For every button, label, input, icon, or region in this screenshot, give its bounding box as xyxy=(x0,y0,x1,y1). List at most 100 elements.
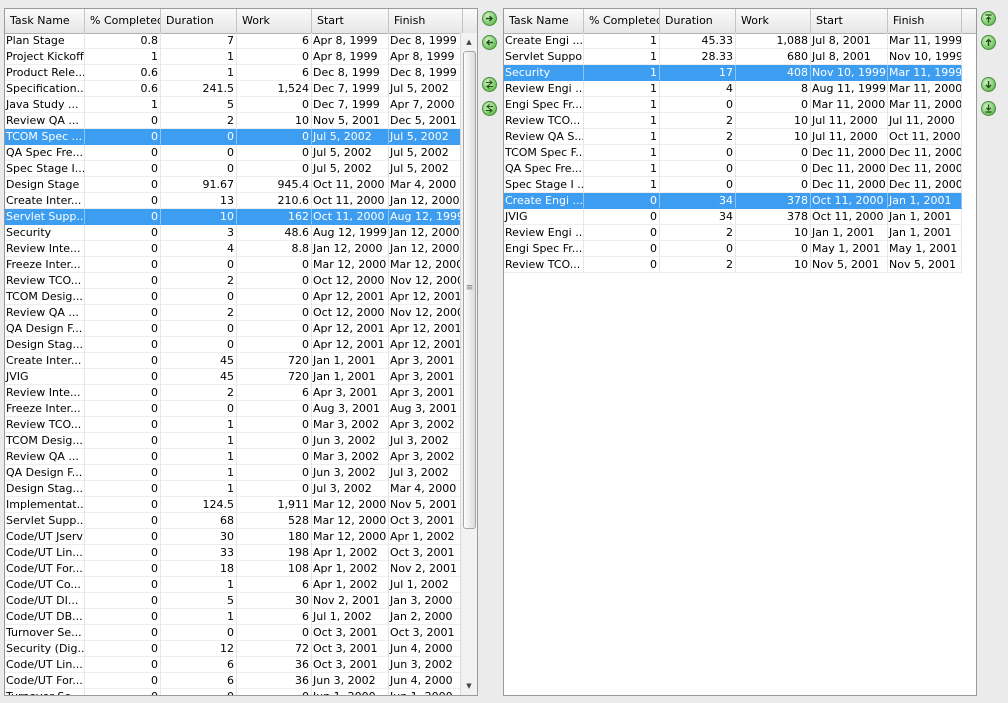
move-all-right-button[interactable] xyxy=(482,77,497,92)
cell-start[interactable]: Aug 3, 2001 xyxy=(312,401,389,417)
cell-work[interactable]: 6 xyxy=(237,577,312,593)
cell-task-name[interactable]: TCOM Desig... xyxy=(5,289,85,305)
cell-start[interactable]: Mar 11, 2000 xyxy=(811,97,888,113)
cell-percent-completed[interactable]: 0 xyxy=(85,641,161,657)
table-row[interactable]: Code/UT Lin... 0 6 36 Oct 3, 2001 Jun 3, 2002 xyxy=(5,657,463,673)
cell-finish[interactable]: Jan 12, 2000 xyxy=(389,193,463,209)
cell-start[interactable]: Dec 7, 1999 xyxy=(312,81,389,97)
cell-work[interactable]: 36 xyxy=(237,657,312,673)
cell-duration[interactable]: 34 xyxy=(660,193,736,209)
cell-finish[interactable]: Jun 3, 2002 xyxy=(389,657,463,673)
cell-start[interactable]: Nov 2, 2001 xyxy=(312,593,389,609)
cell-duration[interactable]: 6 xyxy=(161,673,237,689)
cell-work[interactable]: 36 xyxy=(237,673,312,689)
cell-task-name[interactable]: Implementat... xyxy=(5,497,85,513)
cell-start[interactable]: Mar 12, 2000 xyxy=(312,513,389,529)
cell-duration[interactable]: 18 xyxy=(161,561,237,577)
cell-percent-completed[interactable]: 1 xyxy=(584,33,660,49)
cell-finish[interactable]: Mar 4, 2000 xyxy=(389,481,463,497)
cell-work[interactable]: 0 xyxy=(237,401,312,417)
cell-duration[interactable]: 2 xyxy=(161,273,237,289)
scroll-down-arrow-icon[interactable]: ▼ xyxy=(461,679,477,693)
cell-duration[interactable]: 4 xyxy=(660,81,736,97)
table-row[interactable]: Product Rele... 0.6 1 6 Dec 8, 1999 Dec 8, 19… xyxy=(5,65,463,81)
cell-work[interactable]: 0 xyxy=(736,161,811,177)
table-row[interactable]: Implementat... 0 124.5 1,911 Mar 12, 2000 Nov… xyxy=(5,497,463,513)
cell-work[interactable]: 0 xyxy=(237,433,312,449)
cell-percent-completed[interactable]: 1 xyxy=(584,81,660,97)
cell-finish[interactable]: Aug 12, 1999 xyxy=(389,209,463,225)
cell-work[interactable]: 680 xyxy=(736,49,811,65)
cell-percent-completed[interactable]: 1 xyxy=(584,161,660,177)
cell-percent-completed[interactable]: 0 xyxy=(85,593,161,609)
cell-start[interactable]: Jun 3, 2002 xyxy=(312,465,389,481)
cell-finish[interactable]: Jun 1, 2000 xyxy=(389,689,463,695)
cell-task-name[interactable]: Freeze Inter... xyxy=(5,401,85,417)
table-row[interactable]: Create Inter... 0 13 210.6 Oct 11, 2000 Jan 1… xyxy=(5,193,463,209)
cell-duration[interactable]: 124.5 xyxy=(161,497,237,513)
cell-start[interactable]: Oct 3, 2001 xyxy=(312,625,389,641)
cell-start[interactable]: Oct 11, 2000 xyxy=(312,193,389,209)
cell-start[interactable]: Apr 8, 1999 xyxy=(312,33,389,49)
cell-finish[interactable]: Oct 3, 2001 xyxy=(389,625,463,641)
column-header-duration[interactable]: Duration xyxy=(660,9,736,33)
move-to-top-button[interactable] xyxy=(981,11,996,26)
cell-duration[interactable]: 0 xyxy=(660,97,736,113)
cell-start[interactable]: Aug 12, 1999 xyxy=(312,225,389,241)
cell-task-name[interactable]: Code/UT Lin... xyxy=(5,657,85,673)
cell-finish[interactable]: Jul 1, 2002 xyxy=(389,577,463,593)
cell-percent-completed[interactable]: 0 xyxy=(584,209,660,225)
cell-work[interactable]: 1,088 xyxy=(736,33,811,49)
cell-work[interactable]: 0 xyxy=(237,465,312,481)
column-header-duration[interactable]: Duration xyxy=(161,9,237,33)
table-row[interactable]: Code/UT Co... 0 1 6 Apr 1, 2002 Jul 1, 2002 xyxy=(5,577,463,593)
cell-percent-completed[interactable]: 1 xyxy=(584,145,660,161)
cell-duration[interactable]: 2 xyxy=(660,257,736,273)
cell-task-name[interactable]: TCOM Desig... xyxy=(5,433,85,449)
cell-start[interactable]: Mar 12, 2000 xyxy=(312,529,389,545)
cell-finish[interactable]: Jan 1, 2001 xyxy=(888,209,962,225)
table-row[interactable]: TCOM Spec F... 1 0 0 Dec 11, 2000 Dec 11, 200… xyxy=(504,145,962,161)
cell-finish[interactable]: Nov 12, 2000 xyxy=(389,273,463,289)
cell-percent-completed[interactable]: 1 xyxy=(584,97,660,113)
table-row[interactable]: Code/UT DI... 0 5 30 Nov 2, 2001 Jan 3, 2000 xyxy=(5,593,463,609)
cell-percent-completed[interactable]: 0 xyxy=(85,433,161,449)
cell-duration[interactable]: 0 xyxy=(161,625,237,641)
cell-percent-completed[interactable]: 0 xyxy=(584,241,660,257)
cell-duration[interactable]: 0 xyxy=(161,321,237,337)
cell-start[interactable]: Apr 1, 2002 xyxy=(312,561,389,577)
cell-percent-completed[interactable]: 1 xyxy=(584,113,660,129)
cell-duration[interactable]: 3 xyxy=(161,225,237,241)
column-header-finish[interactable]: Finish xyxy=(389,9,463,33)
cell-percent-completed[interactable]: 0 xyxy=(85,385,161,401)
cell-finish[interactable]: Jan 2, 2000 xyxy=(389,609,463,625)
table-row[interactable]: Create Engi ... 1 45.33 1,088 Jul 8, 2001 Mar… xyxy=(504,33,962,49)
table-row[interactable]: QA Spec Fre... 0 0 0 Jul 5, 2002 Jul 5, 2002 xyxy=(5,145,463,161)
cell-work[interactable]: 6 xyxy=(237,65,312,81)
table-row[interactable]: Engi Spec Fr... 0 0 0 May 1, 2001 May 1, 2001 xyxy=(504,241,962,257)
cell-percent-completed[interactable]: 0 xyxy=(85,513,161,529)
cell-finish[interactable]: Apr 3, 2001 xyxy=(389,353,463,369)
cell-start[interactable]: Jul 8, 2001 xyxy=(811,33,888,49)
cell-percent-completed[interactable]: 0 xyxy=(85,241,161,257)
cell-work[interactable]: 10 xyxy=(736,225,811,241)
cell-percent-completed[interactable]: 0 xyxy=(85,465,161,481)
cell-work[interactable]: 0 xyxy=(237,689,312,695)
table-row[interactable]: Security 1 17 408 Nov 10, 1999 Mar 11, 1999 xyxy=(504,65,962,81)
table-row[interactable]: Design Stage 0 91.67 945.4 Oct 11, 2000 Mar 4… xyxy=(5,177,463,193)
cell-work[interactable]: 720 xyxy=(237,353,312,369)
table-row[interactable]: JVIG 0 45 720 Jan 1, 2001 Apr 3, 2001 xyxy=(5,369,463,385)
cell-start[interactable]: Jun 3, 2002 xyxy=(312,433,389,449)
move-right-button[interactable] xyxy=(482,11,497,26)
table-row[interactable]: Review TCO... 0 1 0 Mar 3, 2002 Apr 3, 2002 xyxy=(5,417,463,433)
cell-finish[interactable]: Dec 5, 2001 xyxy=(389,113,463,129)
cell-duration[interactable]: 2 xyxy=(161,113,237,129)
right-task-table[interactable]: Task Name% Completed Duration Work Start Fin… xyxy=(503,8,977,696)
cell-task-name[interactable]: Turnover Se... xyxy=(5,625,85,641)
cell-finish[interactable]: Nov 5, 2001 xyxy=(888,257,962,273)
cell-work[interactable]: 0 xyxy=(736,177,811,193)
cell-finish[interactable]: Apr 3, 2001 xyxy=(389,369,463,385)
cell-work[interactable]: 10 xyxy=(736,129,811,145)
cell-start[interactable]: Jul 1, 2002 xyxy=(312,609,389,625)
cell-percent-completed[interactable]: 0 xyxy=(85,225,161,241)
